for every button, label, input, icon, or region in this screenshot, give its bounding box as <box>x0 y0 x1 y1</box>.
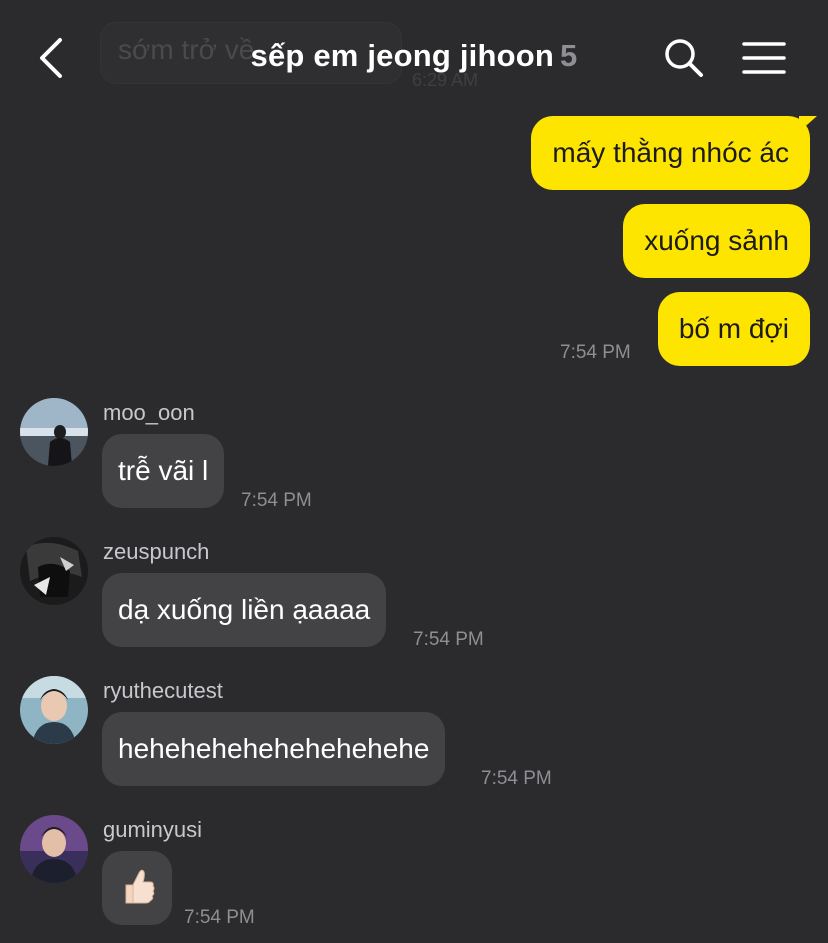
sender-name: ryuthecutest <box>103 678 223 703</box>
chat-header: sếp em jeong jihoon 5 <box>0 0 828 110</box>
thumbs-up-emoji <box>125 869 155 904</box>
incoming-message[interactable]: trễ vãi l <box>102 434 225 508</box>
search-button[interactable] <box>662 36 706 80</box>
sender-name: moo_oon <box>103 400 195 425</box>
member-count: 5 <box>560 38 578 73</box>
menu-icon <box>742 42 786 74</box>
sender-name: zeuspunch <box>103 539 210 564</box>
message-time: 7:54 PM <box>184 907 255 928</box>
message-time: 7:54 PM <box>413 629 484 650</box>
message-time: 7:54 PM <box>560 342 631 363</box>
avatar-guminyusi[interactable] <box>20 815 88 883</box>
avatar-zeuspunch[interactable] <box>20 537 88 605</box>
avatar-image <box>20 676 88 744</box>
incoming-message-emoji[interactable] <box>102 851 172 925</box>
sender-name: guminyusi <box>103 817 203 842</box>
avatar-ryuthecutest[interactable] <box>20 676 88 744</box>
message-time: 7:54 PM <box>241 490 312 511</box>
avatar-image <box>20 815 88 883</box>
chat-room-name: sếp em jeong jihoon <box>250 38 555 73</box>
outgoing-message[interactable]: xuống sảnh <box>623 204 810 278</box>
message-time: 7:54 PM <box>481 768 552 789</box>
incoming-message[interactable]: hehehehehehehehehehe <box>102 712 446 786</box>
chat-screen: sớm trở về... 6:29 AM sếp em jeong jihoo… <box>0 0 828 943</box>
incoming-message[interactable]: dạ xuống liền ạaaaa <box>102 573 387 647</box>
avatar-moo-oon[interactable] <box>20 398 88 466</box>
search-icon <box>665 39 703 77</box>
outgoing-message[interactable]: bố m đợi <box>657 292 810 366</box>
avatar-image <box>20 537 88 605</box>
outgoing-message[interactable]: mấy thằng nhóc ác <box>531 116 810 190</box>
menu-button[interactable] <box>742 40 786 76</box>
avatar-image <box>20 398 88 466</box>
